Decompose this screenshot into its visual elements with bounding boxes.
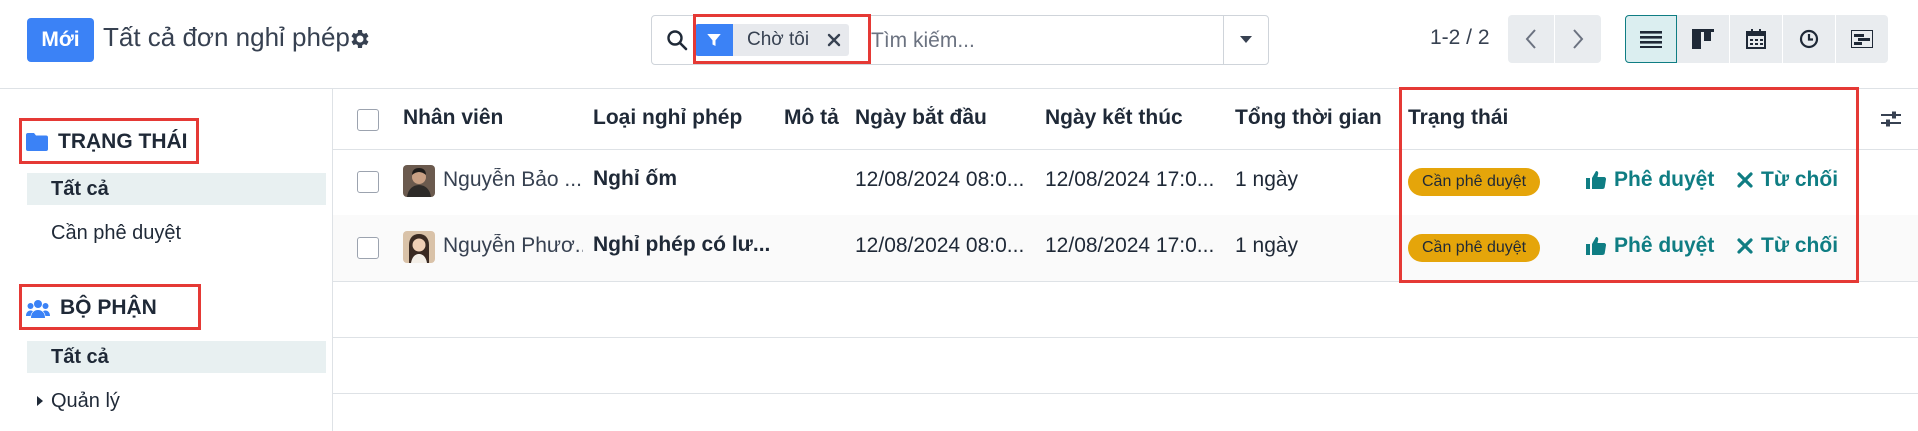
duration: 1 ngày (1235, 234, 1299, 257)
control-panel: Mới Tất cả đơn nghỉ phép Chờ tôi 1-2 / 2 (0, 0, 1918, 89)
calendar-view-button[interactable] (1730, 15, 1783, 63)
chevron-right-icon (1573, 29, 1584, 49)
activity-view-button[interactable] (1783, 15, 1836, 63)
facet-label: Chờ tôi (747, 29, 810, 50)
gantt-view-button[interactable] (1836, 15, 1888, 63)
thumbs-up-icon (1586, 237, 1606, 256)
page-title: Tất cả đơn nghỉ phép (103, 22, 350, 52)
col-employee[interactable]: Nhân viên (403, 106, 503, 130)
col-start-date[interactable]: Ngày bắt đầu (855, 106, 987, 130)
table-row[interactable]: Nguyễn Bảo ... Nghỉ ốm 12/08/2024 08:0..… (333, 149, 1918, 216)
users-icon (26, 300, 50, 318)
refuse-button[interactable]: Từ chối (1737, 168, 1838, 192)
gantt-icon (1851, 30, 1873, 48)
status-badge: Cần phê duyệt (1408, 168, 1541, 196)
leave-type: Nghỉ phép có lư... (593, 233, 771, 256)
status-badge: Cần phê duyệt (1408, 234, 1541, 262)
pager-previous-button[interactable] (1508, 15, 1554, 63)
refuse-label: Từ chối (1761, 234, 1839, 257)
search-options-toggle[interactable] (1223, 16, 1268, 64)
optional-columns-icon[interactable] (1879, 107, 1903, 131)
department-item-label: Tất cả (51, 345, 109, 368)
department-filter-title: BỘ PHẬN (60, 296, 157, 319)
search-panel: TRẠNG THÁI Tất cả Cần phê duyệt BỘ PHẬN … (0, 89, 333, 431)
calendar-icon (1746, 29, 1766, 49)
search-facet: Chờ tôi (695, 24, 850, 56)
status-item-label: Tất cả (51, 177, 109, 200)
pager-value[interactable]: 1-2 / 2 (1430, 26, 1490, 50)
start-date: 12/08/2024 08:0... (855, 234, 1025, 257)
col-end-date[interactable]: Ngày kết thúc (1045, 106, 1183, 130)
refuse-label: Từ chối (1761, 168, 1839, 191)
status-item-all[interactable]: Tất cả (27, 173, 326, 205)
search-icon (667, 30, 688, 51)
empty-row (333, 337, 1918, 394)
status-item-to-approve[interactable]: Cần phê duyệt (27, 217, 326, 249)
avatar (403, 231, 435, 263)
col-description[interactable]: Mô tả (784, 106, 839, 130)
x-icon (1737, 172, 1753, 188)
end-date: 12/08/2024 17:0... (1045, 168, 1215, 191)
department-item-manager[interactable]: Quản lý (27, 385, 326, 417)
table-row[interactable]: Nguyễn Phươ... Nghỉ phép có lư... 12/08/… (333, 215, 1918, 282)
search-input[interactable] (869, 23, 1213, 59)
end-date: 12/08/2024 17:0... (1045, 234, 1215, 257)
col-leave-type[interactable]: Loại nghỉ phép (593, 106, 742, 130)
status-filter-title: TRẠNG THÁI (58, 130, 188, 153)
row-checkbox[interactable] (357, 171, 379, 193)
folder-icon (26, 133, 48, 151)
chevron-left-icon (1525, 29, 1536, 49)
approve-label: Phê duyệt (1614, 234, 1715, 257)
thumbs-up-icon (1586, 171, 1606, 190)
col-status[interactable]: Trạng thái (1408, 106, 1508, 130)
kanban-view-button[interactable] (1677, 15, 1730, 63)
close-icon[interactable] (819, 24, 849, 56)
x-icon (1737, 238, 1753, 254)
department-item-all[interactable]: Tất cả (27, 341, 326, 373)
gear-icon[interactable] (347, 27, 371, 51)
table-header: Nhân viên Loại nghỉ phép Mô tả Ngày bắt … (333, 89, 1918, 150)
approve-button[interactable]: Phê duyệt (1586, 234, 1714, 258)
refuse-button[interactable]: Từ chối (1737, 234, 1838, 258)
pager-next-button[interactable] (1555, 15, 1601, 63)
approve-label: Phê duyệt (1614, 168, 1715, 191)
clock-icon (1799, 29, 1819, 49)
department-filter-header: BỘ PHẬN (26, 296, 157, 320)
status-filter-header: TRẠNG THÁI (26, 130, 188, 154)
start-date: 12/08/2024 08:0... (855, 168, 1025, 191)
employee-name: Nguyễn Bảo ... (443, 168, 582, 191)
new-button[interactable]: Mới (27, 18, 94, 62)
leave-type: Nghỉ ốm (593, 167, 677, 190)
employee-name: Nguyễn Phươ... (443, 234, 583, 257)
select-all-checkbox[interactable] (357, 109, 379, 131)
duration: 1 ngày (1235, 168, 1299, 191)
list-view-button[interactable] (1625, 15, 1677, 63)
view-switcher (1625, 15, 1888, 63)
row-checkbox[interactable] (357, 237, 379, 259)
empty-row (333, 281, 1918, 338)
kanban-icon (1692, 29, 1714, 49)
list-icon (1640, 31, 1662, 48)
filter-icon (695, 24, 733, 56)
approve-button[interactable]: Phê duyệt (1586, 168, 1714, 192)
search-bar: Chờ tôi (651, 15, 1269, 65)
status-item-label: Cần phê duyệt (51, 221, 182, 244)
col-duration[interactable]: Tổng thời gian (1235, 106, 1382, 130)
caret-right-icon[interactable] (36, 395, 44, 407)
caret-down-icon (1240, 36, 1252, 43)
avatar (403, 165, 435, 197)
